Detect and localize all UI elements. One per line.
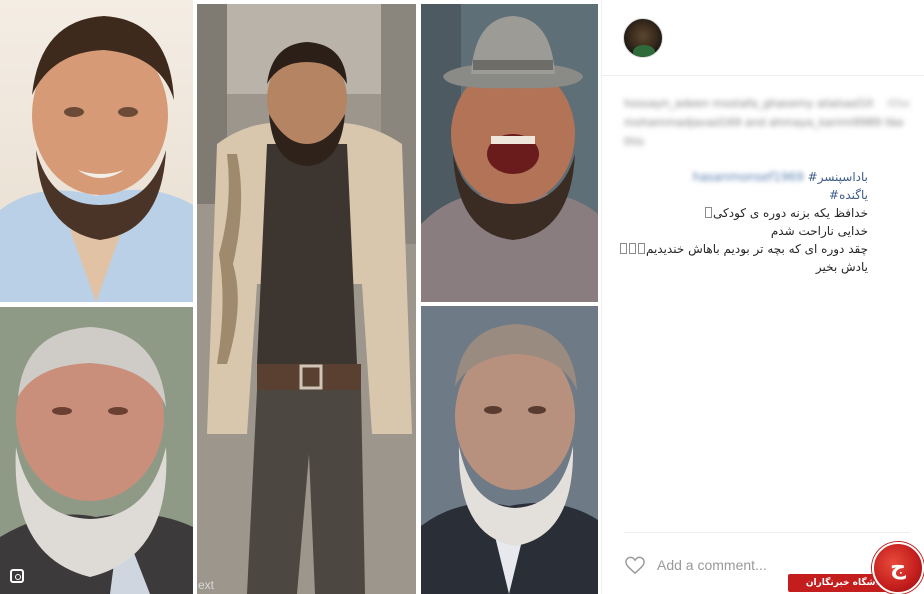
photo-laughing-man-hat — [421, 4, 598, 302]
missing-glyph-icon — [628, 243, 636, 254]
post-caption: باداسپنسر# hasanmonsef1969 یاگنده# خدافظ… — [619, 168, 868, 276]
caption-line-header: باداسپنسر# hasanmonsef1969 — [624, 168, 868, 186]
photo-old-man-bearded — [0, 307, 193, 594]
caption-text: یادش بخیر — [815, 260, 868, 274]
news-agency-logo: باشگاه خبرنگاران ج — [788, 540, 924, 594]
photo-old-man-portrait — [421, 306, 598, 594]
caption-line-hashtag: یاگنده# — [624, 186, 868, 204]
likes-text[interactable]: hossayn_adeen mostafa_ghasemy alialsad10… — [624, 97, 904, 148]
likes-list[interactable]: hossayn_adeen mostafa_ghasemy alialsad10… — [624, 94, 910, 151]
caption-line: خدایی ناراحت شدم — [624, 222, 868, 240]
logo-badge-icon: ج — [872, 542, 924, 594]
post-image-collage[interactable]: ext — [0, 0, 601, 594]
caption-text: خدایی ناراحت شدم — [770, 224, 868, 238]
caption-line: یادش بخیر — [624, 258, 868, 276]
caption-text: خدافظ یکه بزنه دوره ی کودکی — [713, 206, 868, 220]
logo-badge-glyph: ج — [890, 555, 906, 580]
photo-western-full-body — [197, 4, 416, 594]
missing-glyph-icon — [637, 243, 645, 254]
caption-line: چقد دوره ای که بچه تر بودیم باهاش خندیدی… — [619, 240, 868, 258]
post-header — [602, 0, 924, 76]
photo-watermark: ext — [198, 578, 215, 592]
post-time[interactable]: 49w — [887, 94, 910, 113]
missing-glyph-icon — [619, 243, 627, 254]
user-avatar[interactable] — [623, 18, 663, 58]
caption-username[interactable]: hasanmonsef1969 — [693, 170, 804, 184]
missing-glyph-icon — [705, 207, 713, 218]
caption-line: خدافظ یکه بزنه دوره ی کودکی — [624, 204, 868, 222]
hashtag-link[interactable]: باداسپنسر# — [808, 170, 868, 184]
heart-icon[interactable] — [624, 555, 646, 575]
hashtag-link[interactable]: یاگنده# — [829, 188, 868, 202]
photo-young-man-smiling — [0, 0, 193, 302]
instagram-glyph-icon — [10, 569, 24, 583]
post-info-panel: hossayn_adeen mostafa_ghasemy alialsad10… — [601, 0, 924, 594]
caption-text: چقد دوره ای که بچه تر بودیم باهاش خندیدی… — [645, 242, 868, 256]
